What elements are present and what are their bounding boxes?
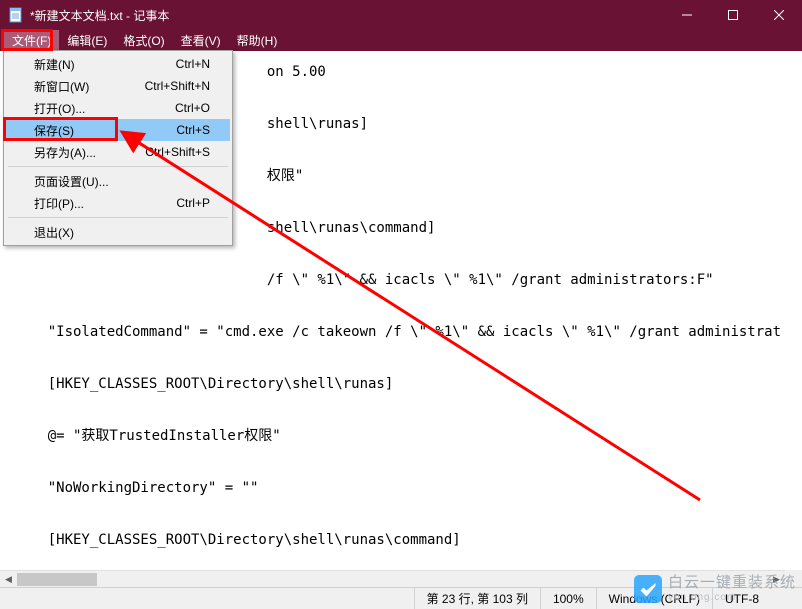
text-line: /f \" %1\" && icacls \" %1\" /grant admi… — [14, 267, 788, 293]
text-line: "NoWorkingDirectory" = "" — [14, 475, 788, 501]
menu-separator — [8, 166, 228, 167]
menu-item-shortcut: Ctrl+N — [176, 57, 210, 71]
menu-item-shortcut: Ctrl+Shift+S — [145, 145, 210, 159]
watermark: 白云一键重装系统 yun ong.com — [634, 575, 796, 603]
text-line — [14, 345, 788, 371]
text-line: [HKEY_CLASSES_ROOT\Directory\shell\runas… — [14, 527, 788, 553]
menu-item-open[interactable]: 打开(O)... Ctrl+O — [6, 97, 230, 119]
menu-item-label: 页面设置(U)... — [34, 173, 109, 190]
text-line: [HKEY_CLASSES_ROOT\Directory\shell\runas… — [14, 371, 788, 397]
scrollbar-thumb[interactable] — [17, 573, 97, 586]
text-line — [14, 449, 788, 475]
menu-item-new-window[interactable]: 新窗口(W) Ctrl+Shift+N — [6, 75, 230, 97]
status-zoom: 100% — [540, 588, 596, 609]
watermark-line2: yun ong.com — [668, 592, 796, 603]
menu-item-exit[interactable]: 退出(X) — [6, 221, 230, 243]
menu-format[interactable]: 格式(O) — [115, 30, 172, 51]
window-controls — [664, 0, 802, 30]
menu-item-shortcut: Ctrl+O — [175, 101, 210, 115]
menu-item-save[interactable]: 保存(S) Ctrl+S — [6, 119, 230, 141]
menu-item-label: 新窗口(W) — [34, 78, 89, 95]
menu-help[interactable]: 帮助(H) — [229, 30, 286, 51]
window-title: *新建文本文档.txt - 记事本 — [30, 7, 664, 24]
text-line: @= "获取TrustedInstaller权限" — [14, 423, 788, 449]
menu-item-new[interactable]: 新建(N) Ctrl+N — [6, 53, 230, 75]
menu-item-shortcut: Ctrl+Shift+N — [145, 79, 210, 93]
menu-item-shortcut: Ctrl+P — [176, 196, 210, 210]
maximize-button[interactable] — [710, 0, 756, 30]
close-button[interactable] — [756, 0, 802, 30]
text-line: "IsolatedCommand" = "cmd.exe /c takeown … — [14, 319, 788, 345]
menu-item-print[interactable]: 打印(P)... Ctrl+P — [6, 192, 230, 214]
notepad-icon — [8, 7, 24, 23]
menu-item-page-setup[interactable]: 页面设置(U)... — [6, 170, 230, 192]
menu-item-label: 退出(X) — [34, 224, 74, 241]
menu-item-label: 打印(P)... — [34, 195, 84, 212]
scroll-left-arrow-icon[interactable]: ◀ — [0, 571, 17, 588]
menu-view[interactable]: 查看(V) — [173, 30, 229, 51]
file-menu-dropdown: 新建(N) Ctrl+N 新窗口(W) Ctrl+Shift+N 打开(O)..… — [3, 50, 233, 246]
status-cursor-position: 第 23 行, 第 103 列 — [414, 588, 540, 609]
text-line — [14, 501, 788, 527]
menu-separator — [8, 217, 228, 218]
watermark-line1: 白云一键重装系统 — [668, 575, 796, 592]
menu-item-save-as[interactable]: 另存为(A)... Ctrl+Shift+S — [6, 141, 230, 163]
menu-item-shortcut: Ctrl+S — [176, 123, 210, 137]
minimize-button[interactable] — [664, 0, 710, 30]
watermark-text: 白云一键重装系统 yun ong.com — [668, 575, 796, 603]
menu-item-label: 保存(S) — [34, 122, 74, 139]
menu-edit[interactable]: 编辑(E) — [59, 30, 115, 51]
menu-item-label: 新建(N) — [34, 56, 75, 73]
menu-item-label: 打开(O)... — [34, 100, 85, 117]
watermark-logo-icon — [634, 575, 662, 603]
menubar: 文件(F) 编辑(E) 格式(O) 查看(V) 帮助(H) — [0, 30, 802, 51]
text-line — [14, 293, 788, 319]
text-line — [14, 397, 788, 423]
menu-file[interactable]: 文件(F) — [4, 30, 59, 51]
titlebar: *新建文本文档.txt - 记事本 — [0, 0, 802, 30]
menu-item-label: 另存为(A)... — [34, 144, 96, 161]
